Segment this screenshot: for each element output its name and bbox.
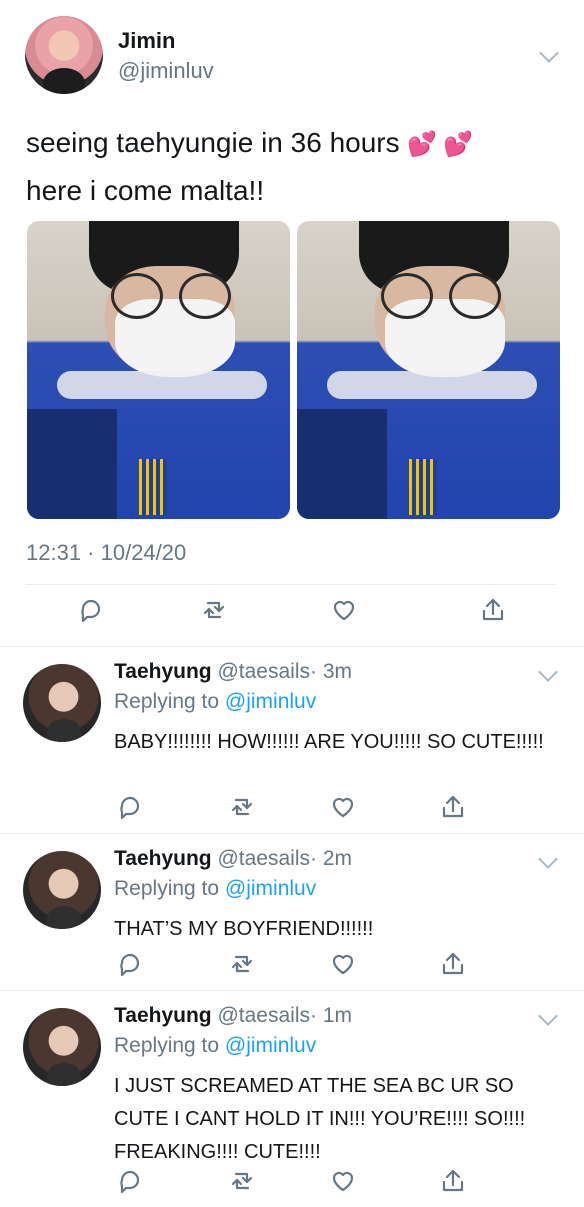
share-icon[interactable] <box>439 1167 467 1195</box>
jacket-stripes <box>139 459 167 515</box>
retweet-icon[interactable] <box>228 1167 256 1195</box>
reply-time: · 3m <box>310 660 352 683</box>
divider <box>26 584 556 585</box>
reply-action-bar <box>0 950 584 990</box>
main-action-bar <box>0 596 584 636</box>
chevron-down-icon[interactable] <box>538 1006 558 1026</box>
tweet-text-line2: here i come malta!! <box>26 175 265 206</box>
avatar[interactable] <box>23 664 101 742</box>
chevron-down-icon[interactable] <box>538 849 558 869</box>
avatar[interactable] <box>23 1008 101 1086</box>
author-name[interactable]: Jimin <box>118 28 175 54</box>
main-tweet: Jimin @jiminluv seeing taehyungie in 36 … <box>0 0 584 647</box>
share-icon[interactable] <box>479 596 507 624</box>
chevron-down-icon[interactable] <box>539 43 559 63</box>
reply-author-handle: @taesails <box>217 1004 310 1027</box>
reply-icon[interactable] <box>116 950 144 978</box>
retweet-icon[interactable] <box>228 793 256 821</box>
author-handle[interactable]: @jiminluv <box>118 58 214 84</box>
reply-item[interactable]: Taehyung @taesails· 2m Replying to @jimi… <box>0 834 584 990</box>
jacket-patch <box>27 409 117 519</box>
reply-author-handle: @taesails <box>217 847 310 870</box>
replying-to-handle[interactable]: @jiminluv <box>225 1034 316 1057</box>
tweet-text-line1: seeing taehyungie in 36 hours <box>26 127 400 158</box>
reply-text: THAT’S MY BOYFRIEND!!!!!! <box>114 918 374 940</box>
reply-icon[interactable] <box>116 793 144 821</box>
reply-author-name: Taehyung <box>114 660 212 683</box>
replying-to-handle[interactable]: @jiminluv <box>225 690 316 713</box>
replying-to: Replying to @jiminluv <box>114 877 316 901</box>
glasses-right <box>179 273 231 319</box>
reply-author[interactable]: Taehyung @taesails· 3m <box>114 660 352 684</box>
reply-author-handle: @taesails <box>217 660 310 683</box>
replying-to-label: Replying to <box>114 877 220 900</box>
hearts-emoji: 💕💕 <box>407 131 480 158</box>
reply-time: · 2m <box>310 847 352 870</box>
retweet-icon[interactable] <box>200 596 228 624</box>
reply-item[interactable]: Taehyung @taesails· 1m Replying to @jimi… <box>0 991 584 1200</box>
reply-icon[interactable] <box>77 596 105 624</box>
like-icon[interactable] <box>329 793 357 821</box>
replying-to: Replying to @jiminluv <box>114 690 316 714</box>
like-icon[interactable] <box>329 1167 357 1195</box>
avatar[interactable] <box>25 16 103 94</box>
replying-to-label: Replying to <box>114 690 220 713</box>
like-icon[interactable] <box>329 950 357 978</box>
tweet-text: seeing taehyungie in 36 hours 💕💕 here i … <box>26 120 566 214</box>
glasses-left <box>381 273 433 319</box>
reply-time: · 1m <box>310 1004 352 1027</box>
replying-to-label: Replying to <box>114 1034 220 1057</box>
tweet-photo-2[interactable] <box>297 221 560 519</box>
avatar[interactable] <box>23 851 101 929</box>
replying-to: Replying to @jiminluv <box>114 1034 316 1058</box>
share-icon[interactable] <box>439 793 467 821</box>
retweet-icon[interactable] <box>228 950 256 978</box>
reply-action-bar <box>0 793 584 833</box>
tweet-photo-1[interactable] <box>27 221 290 519</box>
reply-author-name: Taehyung <box>114 1004 212 1027</box>
reply-icon[interactable] <box>116 1167 144 1195</box>
reply-text: BABY!!!!!!!! HOW!!!!!! ARE YOU!!!!! SO C… <box>114 731 544 753</box>
reply-action-bar <box>0 1167 584 1207</box>
reply-text: I JUST SCREAMED AT THE SEA BC UR SO CUTE… <box>114 1075 526 1163</box>
jacket-patch <box>297 409 387 519</box>
share-icon[interactable] <box>439 950 467 978</box>
tweet-timestamp: 12:31 · 10/24/20 <box>26 540 187 565</box>
replying-to-handle[interactable]: @jiminluv <box>225 877 316 900</box>
reply-author[interactable]: Taehyung @taesails· 2m <box>114 847 352 871</box>
chevron-down-icon[interactable] <box>538 662 558 682</box>
jacket-collar <box>57 371 267 399</box>
jacket-stripes <box>409 459 437 515</box>
glasses-right <box>449 273 501 319</box>
reply-author[interactable]: Taehyung @taesails· 1m <box>114 1004 352 1028</box>
like-icon[interactable] <box>330 596 358 624</box>
glasses-left <box>111 273 163 319</box>
reply-author-name: Taehyung <box>114 847 212 870</box>
reply-item[interactable]: Taehyung @taesails· 3m Replying to @jimi… <box>0 647 584 833</box>
jacket-collar <box>327 371 537 399</box>
